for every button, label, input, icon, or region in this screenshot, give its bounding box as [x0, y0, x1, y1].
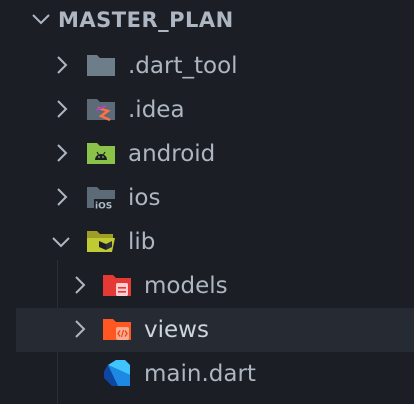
- tree-item-label: models: [144, 273, 228, 299]
- ios-folder-icon: iOS: [86, 184, 116, 210]
- explorer-root-label: MASTER_PLAN: [58, 8, 234, 32]
- lib-folder-open-icon: [86, 228, 116, 254]
- models-folder-icon: [102, 272, 132, 298]
- tree-item-android[interactable]: android: [0, 132, 414, 176]
- chevron-right-icon[interactable]: [55, 99, 69, 119]
- dart-file-icon: [102, 359, 132, 386]
- chevron-down-icon[interactable]: [31, 12, 50, 32]
- idea-folder-icon: [86, 96, 116, 122]
- tree-item-models[interactable]: models: [0, 264, 414, 308]
- tree-item-label: .dart_tool: [128, 53, 238, 79]
- tree-item-label: main.dart: [144, 361, 256, 387]
- tree-item-idea[interactable]: .idea: [0, 88, 414, 132]
- svg-text:iOS: iOS: [95, 202, 112, 211]
- tree-item-label: .idea: [128, 97, 185, 123]
- chevron-right-icon[interactable]: [73, 275, 87, 295]
- tree-item-ios[interactable]: iOS ios: [0, 176, 414, 220]
- tree-item-label: views: [144, 317, 209, 343]
- chevron-right-icon[interactable]: [55, 55, 69, 75]
- tree-item-label: ios: [128, 185, 161, 211]
- folder-icon: [86, 52, 116, 78]
- tree-item-label: lib: [128, 229, 156, 255]
- tree-item-lib[interactable]: lib: [0, 220, 414, 264]
- android-folder-icon: [86, 140, 116, 166]
- chevron-right-icon[interactable]: [55, 187, 69, 207]
- tree-item-views[interactable]: views: [16, 308, 414, 352]
- file-explorer: MASTER_PLAN .dart_tool .idea android iOS…: [0, 0, 414, 404]
- chevron-right-icon[interactable]: [55, 143, 69, 163]
- tree-item-main-dart[interactable]: main.dart: [0, 352, 414, 396]
- tree-item-label: android: [128, 141, 216, 167]
- explorer-root-master-plan[interactable]: MASTER_PLAN: [0, 0, 414, 44]
- chevron-right-icon[interactable]: [73, 319, 87, 339]
- chevron-down-icon[interactable]: [51, 235, 70, 255]
- tree-item-dart-tool[interactable]: .dart_tool: [0, 44, 414, 88]
- views-folder-icon: [102, 316, 132, 342]
